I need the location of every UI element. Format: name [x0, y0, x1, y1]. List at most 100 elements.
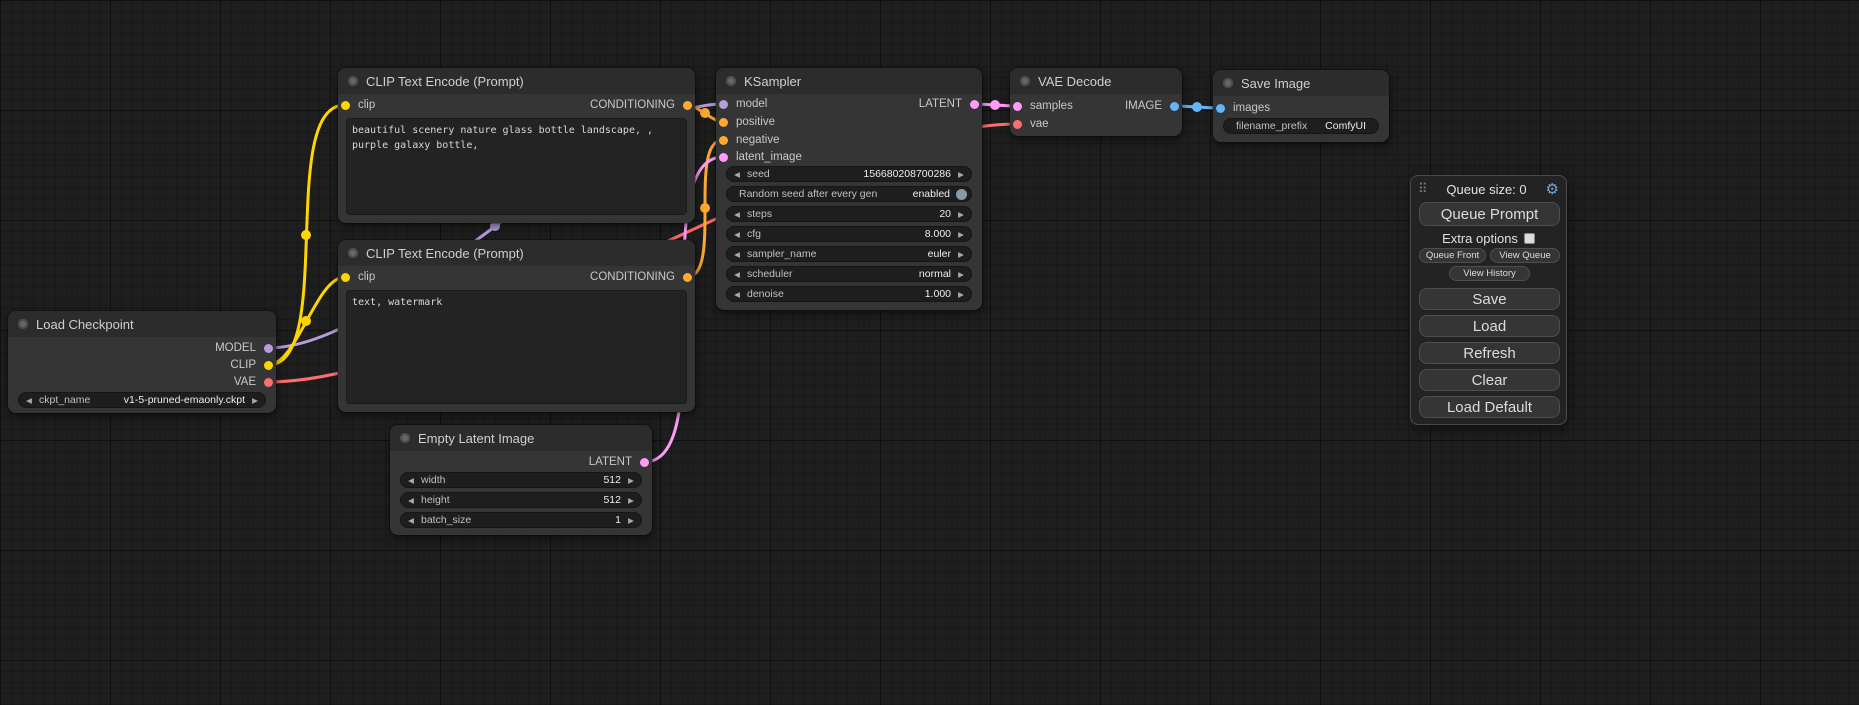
latent-output-dot[interactable] [970, 100, 979, 109]
widget-left-arrow-icon[interactable]: ◀ [401, 473, 421, 488]
sampler-name-widget[interactable]: ◀ sampler_name euler ▶ [726, 246, 972, 262]
save-button[interactable]: Save [1419, 288, 1560, 310]
widget-right-arrow-icon[interactable]: ▶ [951, 267, 971, 282]
widget-left-arrow-icon[interactable]: ◀ [727, 167, 747, 182]
cfg-widget[interactable]: ◀ cfg 8.000 ▶ [726, 226, 972, 242]
images-input-dot[interactable] [1216, 104, 1225, 113]
node-title-bar[interactable]: Save Image [1213, 70, 1389, 96]
refresh-button[interactable]: Refresh [1419, 342, 1560, 364]
node-vae-decode[interactable]: VAE Decode samples IMAGE vae [1010, 68, 1182, 136]
widget-right-arrow-icon[interactable]: ▶ [951, 287, 971, 302]
vae-input-dot[interactable] [1013, 120, 1022, 129]
model-output-dot[interactable] [264, 344, 273, 353]
latent-image-input-dot[interactable] [719, 153, 728, 162]
clip-input-dot[interactable] [341, 101, 350, 110]
extra-options-checkbox[interactable] [1524, 233, 1535, 244]
settings-gear-icon[interactable]: ⚙ [1546, 182, 1559, 197]
clear-button[interactable]: Clear [1419, 369, 1560, 391]
queue-prompt-button[interactable]: Queue Prompt [1419, 202, 1560, 226]
view-history-button[interactable]: View History [1449, 266, 1530, 281]
comfy-menu-panel: ⠿ Queue size: 0 ⚙ Queue Prompt Extra opt… [1410, 175, 1567, 425]
output-slot-label: IMAGE [1125, 100, 1162, 112]
latent-output-dot[interactable] [640, 458, 649, 467]
node-title-bar[interactable]: VAE Decode [1010, 68, 1182, 94]
node-collapse-dot[interactable] [18, 319, 28, 329]
node-empty-latent-image[interactable]: Empty Latent Image LATENT ◀ width 512 ▶ … [390, 425, 652, 535]
widget-left-arrow-icon[interactable]: ◀ [727, 287, 747, 302]
node-save-image[interactable]: Save Image images filename_prefix ComfyU… [1213, 70, 1389, 142]
conditioning-output-dot[interactable] [683, 101, 692, 110]
widget-label: width [421, 474, 446, 486]
samples-input-dot[interactable] [1013, 102, 1022, 111]
clip-input-dot[interactable] [341, 273, 350, 282]
random-seed-toggle-widget[interactable]: Random seed after every gen enabled [726, 186, 972, 202]
widget-right-arrow-icon[interactable]: ▶ [621, 513, 641, 528]
widget-value: v1-5-pruned-emaonly.ckpt [124, 394, 245, 406]
widget-left-arrow-icon[interactable]: ◀ [401, 513, 421, 528]
widget-right-arrow-icon[interactable]: ▶ [621, 473, 641, 488]
node-collapse-dot[interactable] [726, 76, 736, 86]
load-button[interactable]: Load [1419, 315, 1560, 337]
positive-prompt-textarea[interactable]: beautiful scenery nature glass bottle la… [346, 118, 687, 215]
image-output-dot[interactable] [1170, 102, 1179, 111]
filename-prefix-widget[interactable]: filename_prefix ComfyUI [1223, 118, 1379, 134]
node-title-bar[interactable]: KSampler [716, 68, 982, 94]
load-default-button[interactable]: Load Default [1419, 396, 1560, 418]
height-widget[interactable]: ◀ height 512 ▶ [400, 492, 642, 508]
seed-widget[interactable]: ◀ seed 156680208700286 ▶ [726, 166, 972, 182]
node-title-bar[interactable]: Empty Latent Image [390, 425, 652, 451]
toggle-knob[interactable] [956, 189, 967, 200]
wire-positive-conditioning-midpoint-dot [700, 108, 710, 118]
node-collapse-dot[interactable] [1020, 76, 1030, 86]
batch-size-widget[interactable]: ◀ batch_size 1 ▶ [400, 512, 642, 528]
node-title-bar[interactable]: Load Checkpoint [8, 311, 276, 337]
widget-left-arrow-icon[interactable]: ◀ [19, 393, 39, 408]
node-title: CLIP Text Encode (Prompt) [366, 246, 524, 261]
widget-right-arrow-icon[interactable]: ▶ [951, 247, 971, 262]
node-collapse-dot[interactable] [1223, 78, 1233, 88]
slot-row: images [1213, 99, 1389, 117]
node-load-checkpoint[interactable]: Load Checkpoint MODEL CLIP VAE ◀ ckpt_na… [8, 311, 276, 413]
conditioning-output-dot[interactable] [683, 273, 692, 282]
widget-left-arrow-icon[interactable]: ◀ [727, 267, 747, 282]
graph-canvas[interactable]: Load Checkpoint MODEL CLIP VAE ◀ ckpt_na… [0, 0, 1859, 705]
widget-value: 8.000 [925, 228, 951, 240]
positive-input-dot[interactable] [719, 118, 728, 127]
node-clip-text-encode-positive[interactable]: CLIP Text Encode (Prompt) clip CONDITION… [338, 68, 695, 223]
node-collapse-dot[interactable] [400, 433, 410, 443]
widget-value: 1.000 [925, 288, 951, 300]
denoise-widget[interactable]: ◀ denoise 1.000 ▶ [726, 286, 972, 302]
input-slot-label: clip [358, 271, 375, 283]
steps-widget[interactable]: ◀ steps 20 ▶ [726, 206, 972, 222]
scheduler-widget[interactable]: ◀ scheduler normal ▶ [726, 266, 972, 282]
node-collapse-dot[interactable] [348, 76, 358, 86]
negative-input-dot[interactable] [719, 136, 728, 145]
view-queue-button[interactable]: View Queue [1490, 248, 1560, 263]
drag-handle-icon[interactable]: ⠿ [1418, 181, 1428, 197]
widget-right-arrow-icon[interactable]: ▶ [951, 227, 971, 242]
slot-row: vae [1010, 115, 1182, 133]
clip-output-dot[interactable] [264, 361, 273, 370]
node-ksampler[interactable]: KSampler model LATENT positive negative … [716, 68, 982, 310]
node-title-bar[interactable]: CLIP Text Encode (Prompt) [338, 240, 695, 266]
widget-label: height [421, 494, 450, 506]
queue-front-button[interactable]: Queue Front [1419, 248, 1486, 263]
widget-right-arrow-icon[interactable]: ▶ [245, 393, 265, 408]
widget-left-arrow-icon[interactable]: ◀ [401, 493, 421, 508]
node-title: Empty Latent Image [418, 431, 534, 446]
widget-left-arrow-icon[interactable]: ◀ [727, 247, 747, 262]
negative-prompt-textarea[interactable]: text, watermark [346, 290, 687, 404]
model-input-dot[interactable] [719, 100, 728, 109]
widget-right-arrow-icon[interactable]: ▶ [951, 167, 971, 182]
widget-right-arrow-icon[interactable]: ▶ [951, 207, 971, 222]
ckpt-name-widget[interactable]: ◀ ckpt_name v1-5-pruned-emaonly.ckpt ▶ [18, 392, 266, 408]
width-widget[interactable]: ◀ width 512 ▶ [400, 472, 642, 488]
widget-left-arrow-icon[interactable]: ◀ [727, 207, 747, 222]
node-title-bar[interactable]: CLIP Text Encode (Prompt) [338, 68, 695, 94]
vae-output-dot[interactable] [264, 378, 273, 387]
node-collapse-dot[interactable] [348, 248, 358, 258]
widget-value: 512 [603, 494, 621, 506]
widget-right-arrow-icon[interactable]: ▶ [621, 493, 641, 508]
widget-left-arrow-icon[interactable]: ◀ [727, 227, 747, 242]
node-clip-text-encode-negative[interactable]: CLIP Text Encode (Prompt) clip CONDITION… [338, 240, 695, 412]
